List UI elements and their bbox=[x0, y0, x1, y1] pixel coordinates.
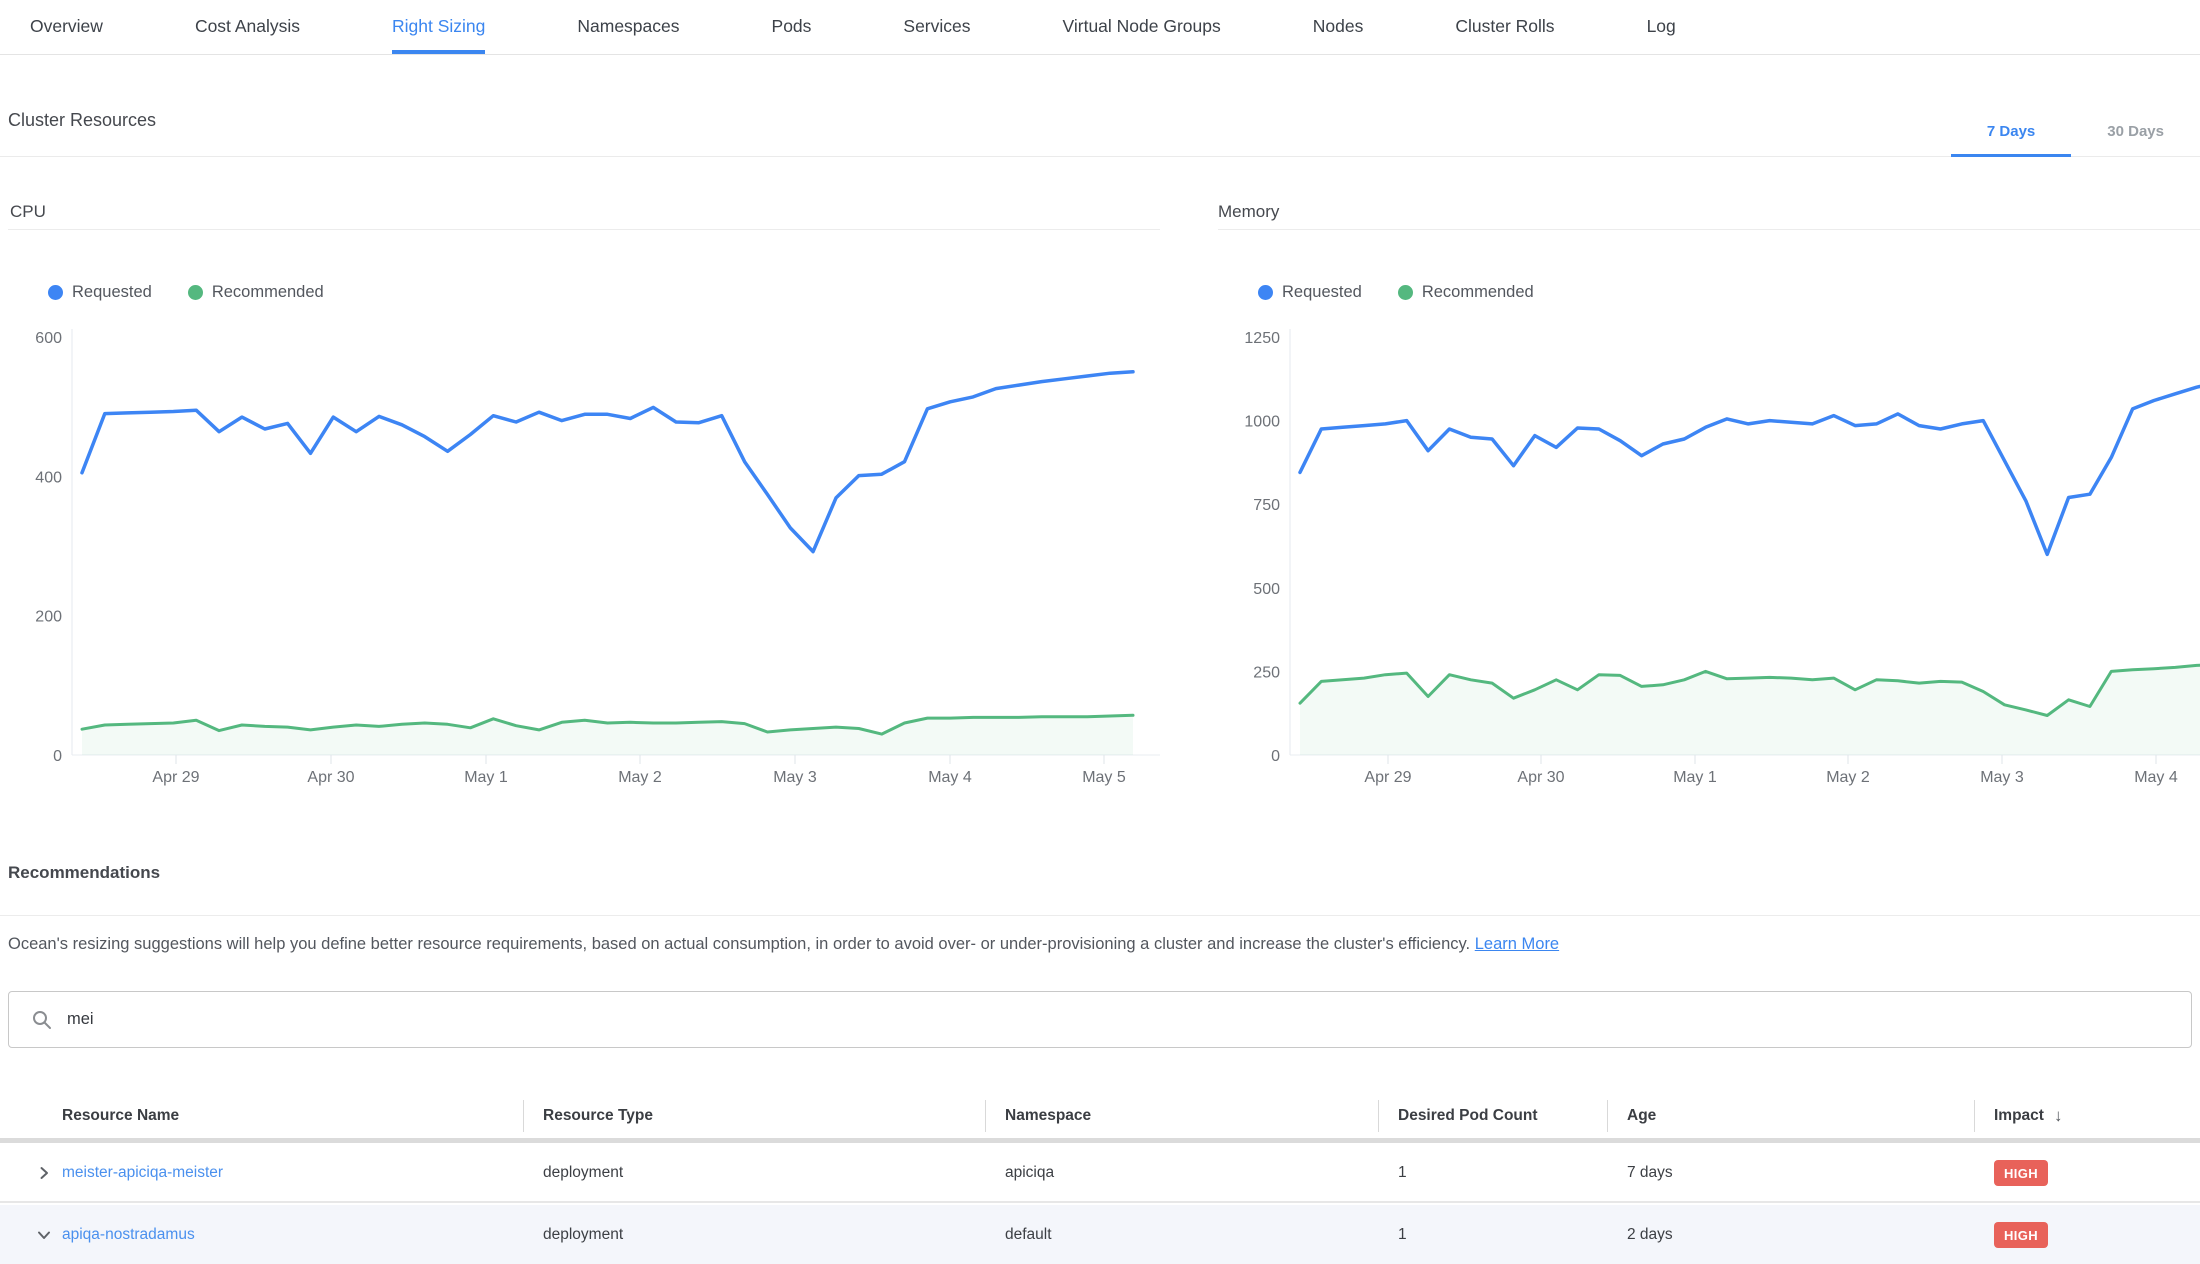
svg-text:1250: 1250 bbox=[1244, 330, 1280, 347]
age-cell: 2 days bbox=[1607, 1226, 1974, 1244]
namespace-cell: default bbox=[985, 1226, 1378, 1244]
recommended-dot-icon bbox=[188, 285, 203, 300]
tab-nodes[interactable]: Nodes bbox=[1313, 0, 1364, 54]
tab-services[interactable]: Services bbox=[903, 0, 970, 54]
svg-text:500: 500 bbox=[1253, 581, 1280, 598]
col-namespace[interactable]: Namespace bbox=[985, 1094, 1378, 1138]
search-input[interactable] bbox=[67, 992, 2191, 1047]
svg-text:Apr 30: Apr 30 bbox=[1517, 769, 1564, 786]
memory-legend-recommended-label: Recommended bbox=[1422, 283, 1534, 302]
col-impact-label: Impact bbox=[1994, 1107, 2044, 1125]
section-title-cluster-resources: Cluster Resources bbox=[8, 110, 156, 131]
col-resource-type[interactable]: Resource Type bbox=[523, 1094, 985, 1138]
svg-text:May 4: May 4 bbox=[2134, 769, 2178, 786]
time-range-toggle: 7 Days 30 Days bbox=[1951, 109, 2200, 157]
tab-cost-analysis[interactable]: Cost Analysis bbox=[195, 0, 300, 54]
sort-desc-icon[interactable]: ↓ bbox=[2054, 1106, 2063, 1126]
chevron-down-icon[interactable] bbox=[36, 1227, 52, 1243]
search-icon bbox=[31, 1009, 53, 1031]
resource-type-cell: deployment bbox=[523, 1164, 985, 1182]
top-tab-bar: Overview Cost Analysis Right Sizing Name… bbox=[0, 0, 2200, 55]
cpu-legend-recommended: Recommended bbox=[188, 283, 324, 302]
cpu-legend-requested: Requested bbox=[48, 283, 152, 302]
tab-cluster-rolls[interactable]: Cluster Rolls bbox=[1455, 0, 1554, 54]
col-desired-pod-count[interactable]: Desired Pod Count bbox=[1378, 1094, 1607, 1138]
col-resource-name[interactable]: Resource Name bbox=[0, 1094, 523, 1138]
table-header: Resource Name Resource Type Namespace De… bbox=[0, 1094, 2200, 1143]
memory-legend-requested: Requested bbox=[1258, 283, 1362, 302]
range-tab-30-days[interactable]: 30 Days bbox=[2071, 109, 2200, 157]
recommendations-title: Recommendations bbox=[8, 863, 160, 883]
svg-text:May 3: May 3 bbox=[773, 769, 817, 786]
recommendations-description: Ocean's resizing suggestions will help y… bbox=[8, 935, 2192, 954]
cluster-resources-header: Cluster Resources 7 Days 30 Days bbox=[0, 56, 2200, 157]
svg-text:May 2: May 2 bbox=[618, 769, 662, 786]
svg-text:May 2: May 2 bbox=[1826, 769, 1870, 786]
recommended-dot-icon bbox=[1398, 285, 1413, 300]
resource-search[interactable] bbox=[8, 991, 2192, 1048]
namespace-cell: apiciqa bbox=[985, 1164, 1378, 1182]
impact-badge-high: HIGH bbox=[1994, 1222, 2048, 1248]
table-row[interactable]: meister-apiciqa-meister deployment apici… bbox=[0, 1145, 2200, 1203]
memory-title-rule bbox=[1218, 229, 2200, 230]
requested-dot-icon bbox=[48, 285, 63, 300]
memory-legend-requested-label: Requested bbox=[1282, 283, 1362, 302]
svg-text:Apr 29: Apr 29 bbox=[152, 769, 199, 786]
range-tab-7-days[interactable]: 7 Days bbox=[1951, 109, 2071, 157]
memory-line-chart: 0 250 500 750 1000 1250 Apr 29 Apr 30 May 1 May 2… bbox=[1218, 325, 2200, 790]
tab-virtual-node-groups[interactable]: Virtual Node Groups bbox=[1063, 0, 1221, 54]
svg-text:400: 400 bbox=[35, 469, 62, 486]
memory-legend: Requested Recommended bbox=[1258, 283, 1534, 302]
svg-text:May 1: May 1 bbox=[464, 769, 508, 786]
cpu-line-chart: 0 200 400 600 Apr 29 Apr 30 May 1 May 2 May 3 May… bbox=[0, 325, 1160, 790]
svg-text:Apr 30: Apr 30 bbox=[307, 769, 354, 786]
recommendations-divider bbox=[0, 915, 2200, 916]
svg-text:May 5: May 5 bbox=[1082, 769, 1126, 786]
memory-legend-recommended: Recommended bbox=[1398, 283, 1534, 302]
svg-text:600: 600 bbox=[35, 330, 62, 347]
svg-text:May 1: May 1 bbox=[1673, 769, 1717, 786]
tab-namespaces[interactable]: Namespaces bbox=[577, 0, 679, 54]
resource-type-cell: deployment bbox=[523, 1226, 985, 1244]
impact-badge-high: HIGH bbox=[1994, 1160, 2048, 1186]
cpu-legend: Requested Recommended bbox=[48, 283, 324, 302]
pod-count-cell: 1 bbox=[1378, 1226, 1607, 1244]
learn-more-link[interactable]: Learn More bbox=[1475, 935, 1559, 953]
cpu-chart-title: CPU bbox=[10, 202, 46, 222]
col-age[interactable]: Age bbox=[1607, 1094, 1974, 1138]
tab-overview[interactable]: Overview bbox=[30, 0, 103, 54]
table-row[interactable]: apiqa-nostradamus deployment default 1 2… bbox=[0, 1205, 2200, 1264]
svg-text:250: 250 bbox=[1253, 664, 1280, 681]
svg-text:750: 750 bbox=[1253, 497, 1280, 514]
tab-right-sizing[interactable]: Right Sizing bbox=[392, 0, 485, 54]
cpu-legend-requested-label: Requested bbox=[72, 283, 152, 302]
svg-text:Apr 29: Apr 29 bbox=[1364, 769, 1411, 786]
svg-text:0: 0 bbox=[53, 748, 62, 765]
svg-text:0: 0 bbox=[1271, 748, 1280, 765]
tab-log[interactable]: Log bbox=[1647, 0, 1676, 54]
svg-text:May 4: May 4 bbox=[928, 769, 972, 786]
memory-chart-title: Memory bbox=[1218, 202, 1279, 222]
age-cell: 7 days bbox=[1607, 1164, 1974, 1182]
pod-count-cell: 1 bbox=[1378, 1164, 1607, 1182]
resource-name-link[interactable]: meister-apiciqa-meister bbox=[62, 1164, 223, 1181]
svg-text:May 3: May 3 bbox=[1980, 769, 2024, 786]
resource-name-link[interactable]: apiqa-nostradamus bbox=[62, 1226, 195, 1243]
svg-text:1000: 1000 bbox=[1244, 414, 1280, 431]
requested-dot-icon bbox=[1258, 285, 1273, 300]
svg-text:200: 200 bbox=[35, 609, 62, 626]
recommendations-text: Ocean's resizing suggestions will help y… bbox=[8, 935, 1470, 953]
tab-pods[interactable]: Pods bbox=[772, 0, 812, 54]
cpu-legend-recommended-label: Recommended bbox=[212, 283, 324, 302]
cpu-title-rule bbox=[8, 229, 1160, 230]
chevron-right-icon[interactable] bbox=[36, 1165, 52, 1181]
col-impact[interactable]: Impact ↓ bbox=[1974, 1094, 2200, 1138]
